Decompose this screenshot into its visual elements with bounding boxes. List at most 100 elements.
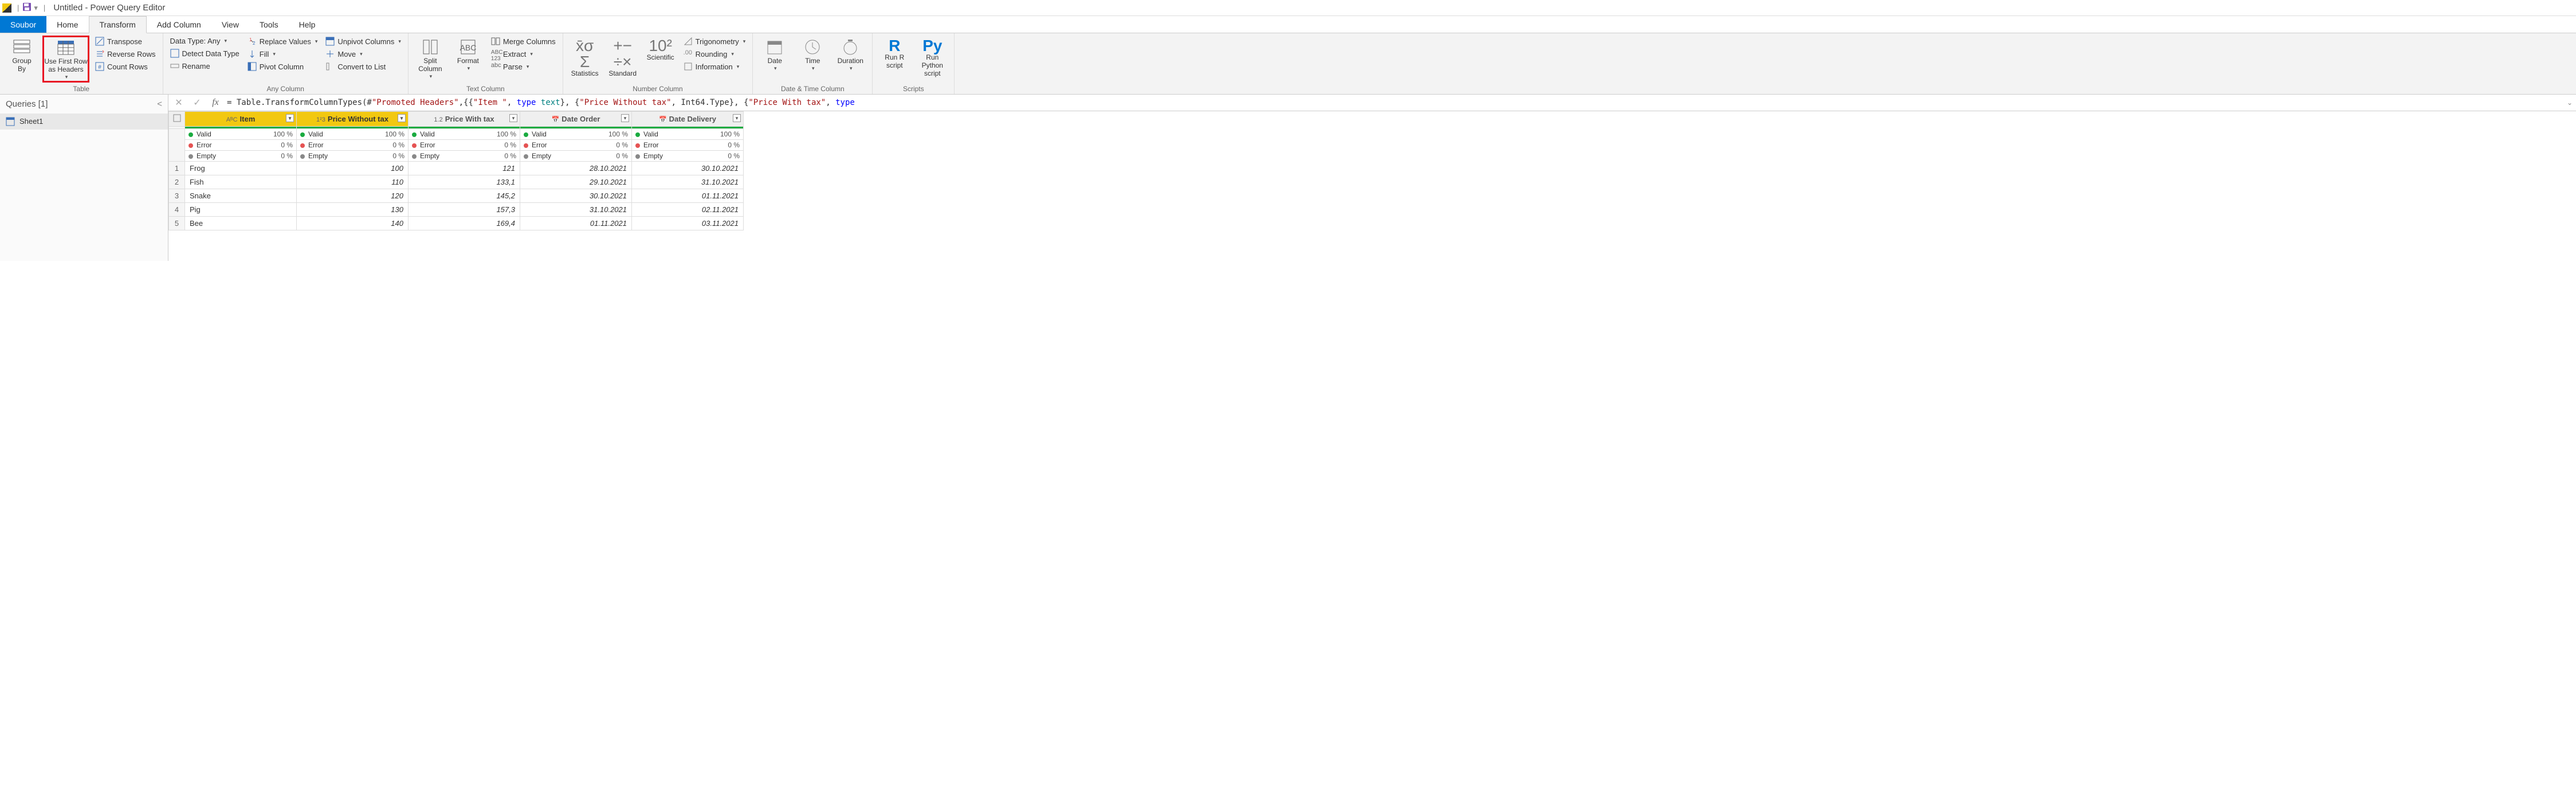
svg-text:ABC: ABC (460, 43, 477, 52)
label: Duration (838, 57, 863, 65)
run-r-script-button[interactable]: RRun R script (877, 36, 912, 72)
extract-button[interactable]: ABC123Extract▾ (489, 48, 558, 60)
label: Run Python script (916, 54, 948, 77)
tab-view[interactable]: View (211, 16, 249, 33)
label: Merge Columns (503, 37, 556, 46)
label: Standard (608, 70, 637, 78)
count-rows-button[interactable]: #Count Rows (93, 61, 158, 72)
label: Information (696, 62, 733, 71)
parse-button[interactable]: abcParse▾ (489, 61, 558, 72)
reverse-rows-button[interactable]: Reverse Rows (93, 48, 158, 60)
python-icon: Py (922, 38, 942, 54)
query-item-sheet1[interactable]: Sheet1 (0, 114, 168, 130)
detect-data-type-button[interactable]: Detect Data Type (168, 48, 242, 59)
scientific-button[interactable]: 10²Scientific (643, 36, 678, 64)
ribbon-group-text-column: Split Column▾ ABC Format▾ Merge Columns … (409, 33, 563, 94)
group-label: Scripts (877, 83, 949, 93)
cancel-formula-button[interactable]: ✕ (172, 97, 186, 108)
filter-icon[interactable]: ▾ (733, 114, 741, 122)
window-title: Untitled - Power Query Editor (53, 3, 165, 13)
label: Unpivot Columns (337, 37, 394, 46)
save-icon[interactable] (22, 2, 32, 13)
unpivot-columns-button[interactable]: Unpivot Columns▾ (323, 36, 403, 47)
label: Count Rows (107, 62, 148, 71)
rename-button[interactable]: Rename (168, 60, 242, 72)
statistics-button[interactable]: x̄σΣStatistics (568, 36, 602, 80)
column-header-date-delivery[interactable]: 📅Date Delivery▾ (632, 111, 744, 126)
column-header-price-with-tax[interactable]: 1.2Price With tax▾ (409, 111, 520, 126)
filter-icon[interactable]: ▾ (509, 114, 517, 122)
tab-file[interactable]: Soubor (0, 16, 46, 33)
svg-text:1: 1 (249, 37, 252, 42)
use-first-row-as-headers-button[interactable]: Use First Row as Headers▾ (42, 36, 89, 83)
split-column-button[interactable]: Split Column▾ (413, 36, 447, 81)
label: Rounding (696, 50, 728, 58)
label: Statistics (571, 70, 599, 78)
quality-row-valid: Valid100 % Valid100 % Valid100 % Valid10… (169, 128, 744, 139)
ribbon-group-table: Group By Use First Row as Headers▾ Trans… (0, 33, 163, 94)
tab-tools[interactable]: Tools (249, 16, 289, 33)
separator: | (17, 3, 19, 12)
label: Scientific (647, 54, 674, 62)
data-type-button[interactable]: Data Type: Any▾ (168, 36, 242, 46)
data-grid: AᴮCItem▾ 1²3Price Without tax▾ 1.2Price … (168, 111, 2576, 230)
ribbon-group-scripts: RRun R script PyRun Python script Script… (873, 33, 955, 94)
group-by-button[interactable]: Group By (5, 36, 39, 76)
quick-access-dropdown[interactable]: ▾ (34, 3, 38, 13)
filter-icon[interactable]: ▾ (398, 114, 406, 122)
row-selector-header[interactable] (169, 111, 185, 126)
duration-button[interactable]: Duration▾ (833, 36, 867, 73)
standard-button[interactable]: +−÷×Standard (606, 36, 640, 80)
statistics-icon: x̄σΣ (576, 38, 594, 70)
trigonometry-button[interactable]: Trigonometry▾ (681, 36, 748, 47)
column-header-date-order[interactable]: 📅Date Order▾ (520, 111, 632, 126)
time-button[interactable]: Time▾ (795, 36, 830, 73)
query-name: Sheet1 (19, 117, 43, 126)
transpose-button[interactable]: Transpose (93, 36, 158, 47)
run-python-script-button[interactable]: PyRun Python script (915, 36, 949, 80)
information-button[interactable]: Information▾ (681, 61, 748, 72)
table-row[interactable]: 4Pig130157,331.10.202102.11.2021 (169, 202, 744, 216)
pivot-column-button[interactable]: Pivot Column (245, 61, 320, 72)
formula-input[interactable]: = Table.TransformColumnTypes(#"Promoted … (227, 98, 2562, 107)
label: Format (457, 57, 479, 65)
label: Trigonometry (696, 37, 739, 46)
ribbon-group-number-column: x̄σΣStatistics +−÷×Standard 10²Scientifi… (563, 33, 753, 94)
tab-add-column[interactable]: Add Column (147, 16, 211, 33)
move-button[interactable]: Move▾ (323, 48, 403, 60)
fx-icon[interactable]: fx (209, 97, 222, 108)
table-row[interactable]: 1Frog10012128.10.202130.10.2021 (169, 161, 744, 175)
label: Parse (503, 62, 523, 71)
merge-columns-button[interactable]: Merge Columns (489, 36, 558, 47)
tab-transform[interactable]: Transform (89, 16, 147, 33)
group-label: Text Column (413, 83, 558, 93)
content: ✕ ✓ fx = Table.TransformColumnTypes(#"Pr… (168, 95, 2576, 261)
filter-icon[interactable]: ▾ (621, 114, 629, 122)
tab-help[interactable]: Help (289, 16, 326, 33)
column-header-price-without-tax[interactable]: 1²3Price Without tax▾ (297, 111, 409, 126)
convert-to-list-button[interactable]: Convert to List (323, 61, 403, 72)
table-row[interactable]: 3Snake120145,230.10.202101.11.2021 (169, 189, 744, 202)
table-row[interactable]: 5Bee140169,401.11.202103.11.2021 (169, 216, 744, 230)
replace-values-button[interactable]: 12Replace Values▾ (245, 36, 320, 47)
standard-icon: +−÷× (613, 38, 632, 70)
date-button[interactable]: Date▾ (757, 36, 792, 73)
filter-icon[interactable]: ▾ (286, 114, 294, 122)
tab-home[interactable]: Home (46, 16, 88, 33)
group-label: Number Column (568, 83, 748, 93)
label: Run R script (885, 54, 904, 70)
label: Transpose (107, 37, 142, 46)
ribbon-group-date-time: Date▾ Time▾ Duration▾ Date & Time Column (753, 33, 873, 94)
fill-button[interactable]: Fill▾ (245, 48, 320, 60)
data-table: AᴮCItem▾ 1²3Price Without tax▾ 1.2Price … (168, 111, 744, 230)
commit-formula-button[interactable]: ✓ (190, 97, 204, 108)
label: Replace Values (260, 37, 311, 46)
rounding-button[interactable]: .00Rounding▾ (681, 48, 748, 60)
collapse-pane-button[interactable]: < (157, 99, 162, 109)
table-row[interactable]: 2Fish110133,129.10.202131.10.2021 (169, 175, 744, 189)
rounding-icon: .00 (684, 49, 693, 58)
title-bar: | ▾ | Untitled - Power Query Editor (0, 0, 2576, 16)
expand-formula-button[interactable]: ⌄ (2567, 99, 2573, 107)
column-header-item[interactable]: AᴮCItem▾ (185, 111, 297, 126)
format-button[interactable]: ABC Format▾ (451, 36, 485, 73)
